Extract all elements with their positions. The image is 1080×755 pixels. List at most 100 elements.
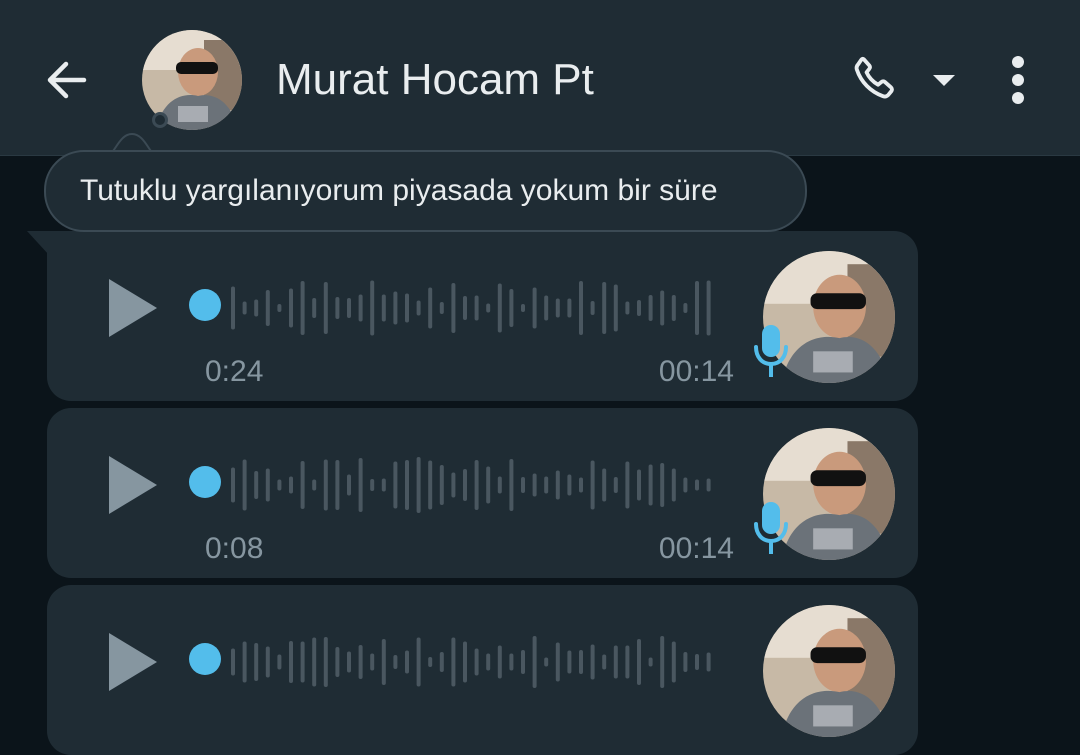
waveform-bar	[242, 641, 247, 683]
waveform-bar	[347, 474, 351, 496]
seek-handle[interactable]	[189, 289, 221, 321]
waveform-bar	[532, 287, 537, 329]
waveform-bar	[312, 298, 317, 318]
waveform-bar	[358, 294, 363, 322]
overflow-menu-button[interactable]	[996, 52, 1040, 108]
waveform-bar	[405, 293, 409, 323]
waveform-bar	[381, 478, 386, 492]
call-button[interactable]	[846, 52, 906, 108]
contact-name[interactable]: Murat Hocam Pt	[276, 52, 594, 108]
waveform-bar	[613, 284, 618, 332]
play-button[interactable]	[103, 631, 163, 693]
waveform-bar	[509, 459, 514, 511]
waveform-bar	[567, 650, 572, 674]
waveform-bar	[706, 652, 711, 672]
waveform-bar	[648, 657, 653, 667]
waveform-bar	[370, 280, 375, 336]
waveform-bar	[695, 281, 699, 335]
play-icon	[109, 279, 157, 337]
waveform-bar	[486, 466, 491, 504]
waveform-bar	[474, 648, 479, 676]
waveform-bar	[347, 298, 351, 318]
quoted-message-tooltip[interactable]: Tutuklu yargılanıyorum piyasada yokum bi…	[44, 150, 807, 232]
voice-message[interactable]: 0:24 00:14	[27, 231, 918, 401]
voice-message[interactable]	[47, 585, 918, 755]
waveform-bar	[439, 465, 444, 505]
waveform-bar	[439, 302, 444, 314]
play-button[interactable]	[103, 277, 163, 339]
waveform-bar	[695, 654, 699, 670]
more-vert-icon	[1012, 56, 1024, 104]
waveform-bar	[509, 289, 514, 327]
waveform-bar	[579, 477, 583, 493]
waveform-bar	[416, 300, 421, 316]
waveform-bar	[265, 290, 270, 326]
waveform-bar	[289, 288, 293, 328]
waveform-bar	[358, 458, 363, 512]
waveform-bar	[555, 470, 560, 500]
voice-message[interactable]: 0:08 00:14	[47, 408, 918, 578]
waveform-bar	[289, 476, 293, 494]
waveform-bar	[497, 476, 502, 494]
seek-handle[interactable]	[189, 466, 221, 498]
phone-icon	[854, 57, 894, 99]
waveform-bar	[277, 479, 282, 491]
play-icon	[109, 456, 157, 514]
play-button[interactable]	[103, 454, 163, 516]
waveform-bar	[428, 460, 433, 510]
waveform-bar	[323, 637, 328, 687]
tooltip-text: Tutuklu yargılanıyorum piyasada yokum bi…	[80, 174, 718, 207]
waveform-bar	[312, 637, 317, 687]
waveform-bar	[416, 457, 421, 513]
message-time: 00:14	[658, 355, 734, 388]
waveform-bar	[706, 280, 711, 336]
waveform-bar	[555, 298, 560, 318]
waveform-bar	[300, 461, 305, 509]
waveform-bar	[602, 654, 607, 670]
waveform-bar	[393, 461, 398, 509]
waveform-bar	[671, 468, 676, 502]
waveform-bar	[254, 299, 259, 317]
waveform-bar	[579, 650, 583, 674]
sender-avatar	[763, 605, 895, 737]
waveform-bar	[602, 282, 607, 334]
avatar-photo	[763, 605, 895, 737]
waveform-bar	[544, 657, 549, 667]
caret-down-icon	[933, 75, 955, 86]
waveform-bar	[242, 459, 247, 511]
waveform-bar	[625, 301, 630, 315]
play-icon	[109, 633, 157, 691]
waveform-bar	[370, 653, 375, 671]
waveform-bar	[451, 637, 456, 687]
waveform-bar	[567, 474, 572, 496]
waveform-bar	[637, 469, 641, 501]
mic-icon	[754, 502, 788, 554]
waveform-bar	[463, 469, 467, 501]
bubble-tail	[27, 231, 49, 255]
voice-elapsed: 0:24	[205, 355, 264, 388]
message-time: 00:14	[658, 532, 734, 565]
waveform-bar	[532, 473, 537, 497]
waveform-bar	[648, 295, 653, 321]
waveform-bar	[590, 460, 595, 510]
waveform-bar	[451, 472, 456, 498]
waveform-bar	[567, 298, 572, 318]
waveform-bar	[637, 300, 641, 316]
waveform-bar	[683, 303, 688, 313]
waveform-bar	[625, 645, 630, 679]
waveform-bar	[393, 655, 398, 669]
call-options-dropdown[interactable]	[928, 66, 960, 94]
waveform-bar	[625, 461, 630, 509]
waveform-bar	[590, 301, 595, 315]
waveform-bar	[683, 652, 688, 672]
seek-handle[interactable]	[189, 643, 221, 675]
waveform-bar	[254, 643, 259, 681]
waveform-bar	[509, 653, 514, 671]
waveform-bar	[590, 644, 595, 680]
waveform-bar	[335, 297, 340, 319]
back-button[interactable]	[38, 52, 94, 108]
waveform-bar	[300, 641, 305, 683]
waveform-bar	[323, 459, 328, 511]
waveform-bar	[474, 295, 479, 321]
waveform	[231, 280, 711, 336]
